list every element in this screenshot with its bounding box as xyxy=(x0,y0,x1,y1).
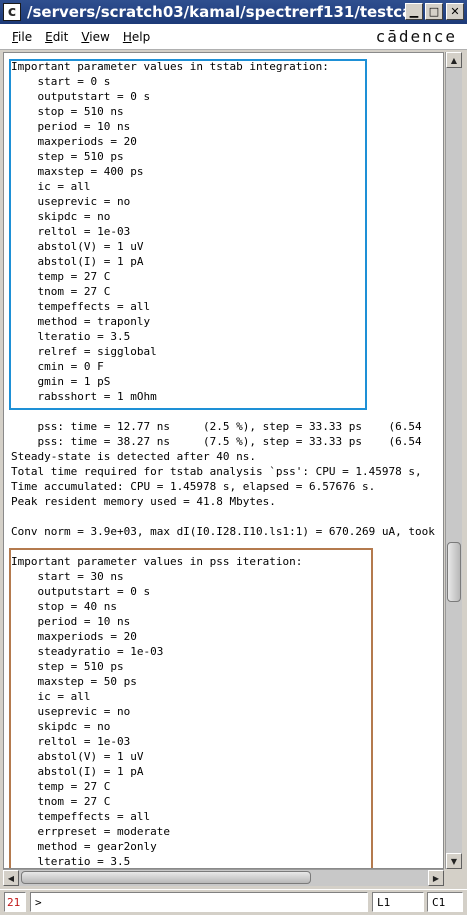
status-bar: 21 > L1 C1 xyxy=(0,889,467,913)
scroll-left-icon[interactable]: ◀ xyxy=(3,870,19,886)
title-bar: c /servers/scratch03/kamal/spectrerf131/… xyxy=(0,0,467,24)
horizontal-scrollbar[interactable]: ◀ ▶ xyxy=(3,869,444,886)
menu-help[interactable]: Help xyxy=(123,30,150,44)
maximize-icon[interactable]: □ xyxy=(425,3,443,20)
menu-bar: File Edit View Help cādence xyxy=(0,24,467,50)
cadence-logo: cādence xyxy=(375,27,457,46)
scroll-down-icon[interactable]: ▼ xyxy=(446,853,462,869)
scroll-right-icon[interactable]: ▶ xyxy=(428,870,444,886)
close-icon[interactable]: ✕ xyxy=(446,3,464,20)
log-text-area[interactable]: Important parameter values in tstab inte… xyxy=(3,52,444,869)
simulation-log[interactable]: Important parameter values in tstab inte… xyxy=(11,59,435,868)
menu-view[interactable]: View xyxy=(81,30,109,44)
horizontal-scroll-thumb[interactable] xyxy=(21,871,311,884)
command-input[interactable]: > xyxy=(30,892,368,912)
menu-file[interactable]: File xyxy=(12,30,32,44)
window-title: /servers/scratch03/kamal/spectrerf131/te… xyxy=(27,3,421,21)
menu-edit[interactable]: Edit xyxy=(45,30,68,44)
minimize-icon[interactable]: ▁ xyxy=(405,3,423,20)
app-icon[interactable]: c xyxy=(3,3,21,21)
message-count: 21 xyxy=(4,892,26,912)
line-indicator: L1 xyxy=(372,892,424,912)
column-indicator: C1 xyxy=(427,892,463,912)
vertical-scrollbar[interactable]: ▲ ▼ xyxy=(445,52,462,869)
vertical-scroll-thumb[interactable] xyxy=(447,542,461,602)
scroll-up-icon[interactable]: ▲ xyxy=(446,52,462,68)
